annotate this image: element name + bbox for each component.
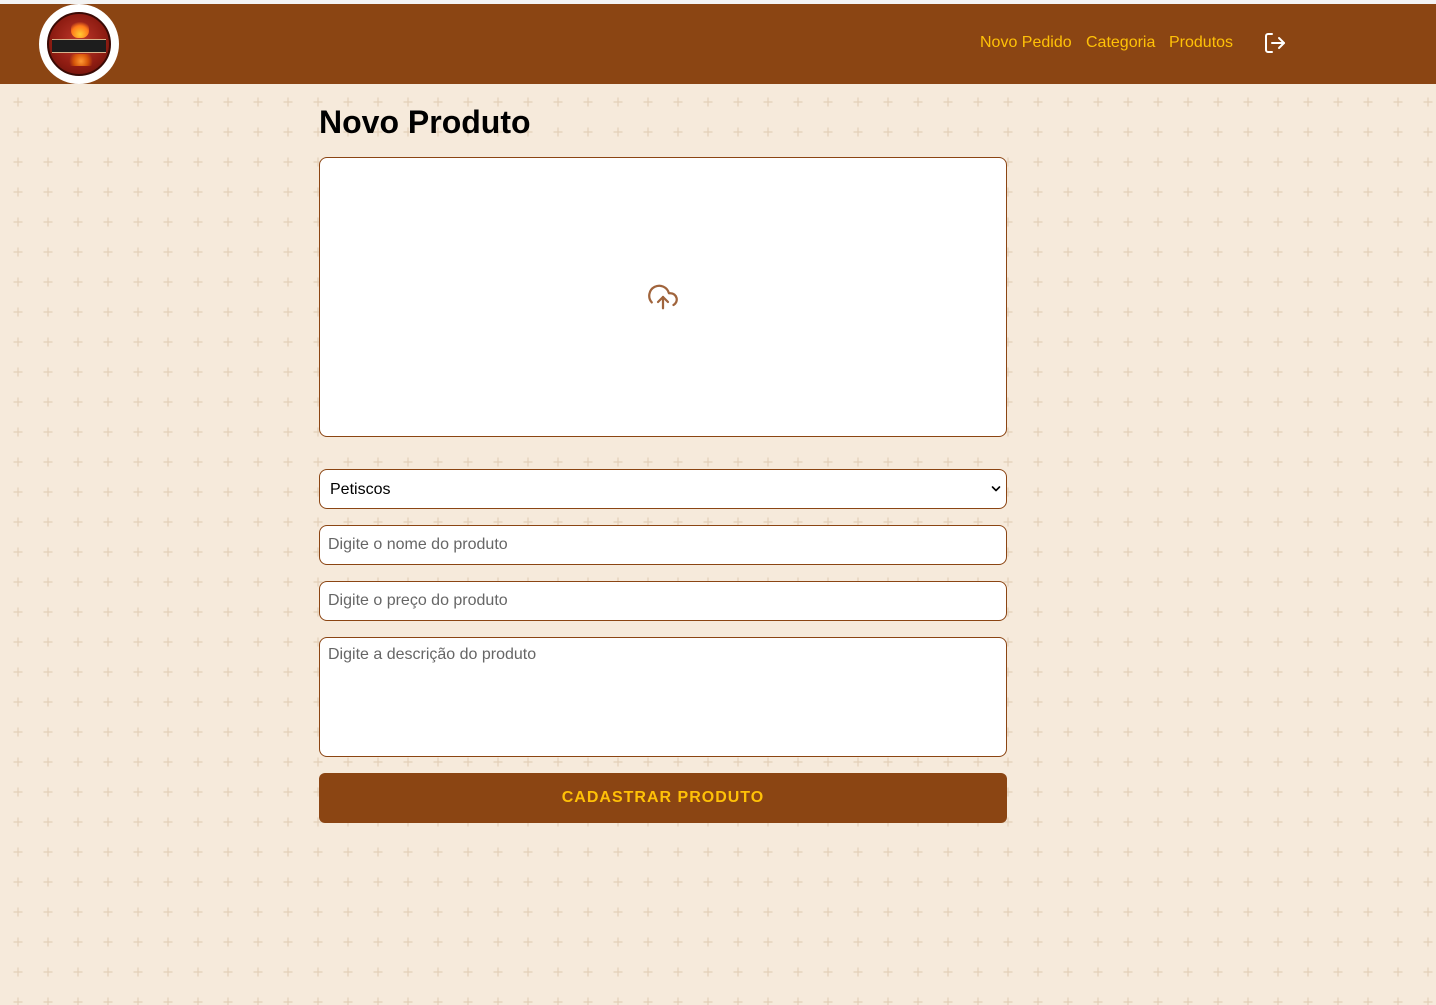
cloud-upload-icon <box>648 284 678 310</box>
flame-graphic <box>71 20 89 38</box>
product-price-input[interactable] <box>319 581 1007 621</box>
nav-link-novo-pedido[interactable]: Novo Pedido <box>980 33 1072 53</box>
logout-icon[interactable] <box>1263 31 1287 55</box>
logo-band <box>52 39 106 53</box>
ember-graphic <box>67 54 95 66</box>
category-select[interactable]: Petiscos <box>319 469 1007 509</box>
submit-product-button[interactable]: CADASTRAR PRODUTO <box>319 773 1007 823</box>
nav-link-produtos[interactable]: Produtos <box>1169 33 1233 53</box>
nav-link-categoria[interactable]: Categoria <box>1086 33 1155 53</box>
logo-emblem <box>47 12 111 76</box>
top-navbar: Novo Pedido Categoria Produtos <box>0 4 1436 84</box>
product-name-input[interactable] <box>319 525 1007 565</box>
brand-logo[interactable] <box>39 4 119 84</box>
page-title: Novo Produto <box>319 104 531 140</box>
product-description-textarea[interactable] <box>319 637 1007 757</box>
image-upload-area[interactable] <box>319 157 1007 437</box>
